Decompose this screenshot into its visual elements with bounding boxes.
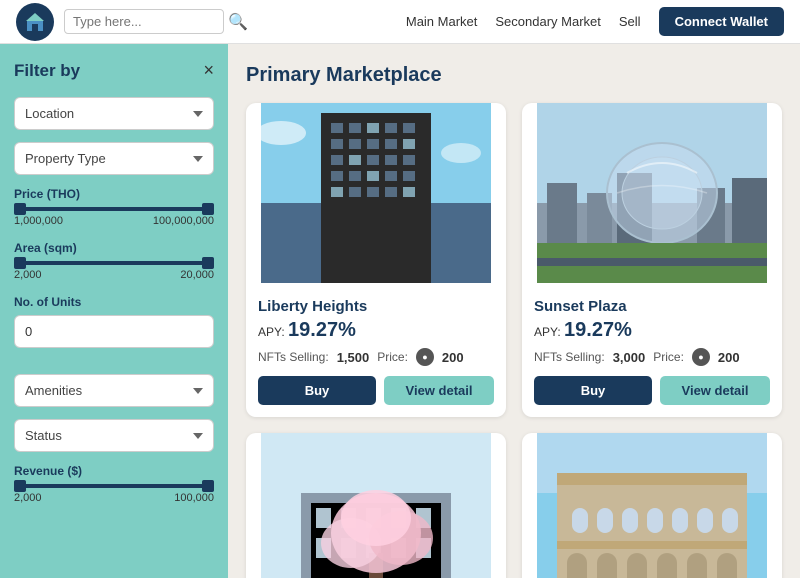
location-dropdown[interactable]: Location xyxy=(14,97,214,130)
view-detail-button-1[interactable]: View detail xyxy=(384,376,494,405)
price-value-1: 200 xyxy=(442,350,464,365)
revenue-min: 2,000 xyxy=(14,492,42,504)
property-card-1: Liberty Heights APY: 19.27% NFTs Selling… xyxy=(246,103,506,417)
area-range-labels: 2,000 20,000 xyxy=(14,269,214,281)
view-detail-button-2[interactable]: View detail xyxy=(660,376,770,405)
property-info-1: Liberty Heights APY: 19.27% NFTs Selling… xyxy=(246,288,506,417)
property-card-4: Beige Palace xyxy=(522,433,782,578)
apy-label-2: APY: xyxy=(534,325,564,339)
revenue-label: Revenue ($) xyxy=(14,464,214,478)
buy-button-1[interactable]: Buy xyxy=(258,376,376,405)
property-name-1: Liberty Heights xyxy=(258,298,494,315)
header: 🔍 Main Market Secondary Market Sell Conn… xyxy=(0,0,800,44)
price-label-1: Price: xyxy=(377,350,408,364)
price-max: 100,000,000 xyxy=(153,215,214,227)
close-sidebar-button[interactable]: × xyxy=(203,60,214,81)
revenue-filter: Revenue ($) 2,000 100,000 xyxy=(14,464,214,504)
nav-sell[interactable]: Sell xyxy=(619,14,641,29)
header-nav: Main Market Secondary Market Sell Connec… xyxy=(406,7,784,36)
price-min: 1,000,000 xyxy=(14,215,63,227)
property-image-2 xyxy=(522,103,782,283)
area-label: Area (sqm) xyxy=(14,241,214,255)
revenue-range-track xyxy=(14,484,214,488)
search-button[interactable]: 🔍 xyxy=(228,12,248,32)
area-range-thumb-right[interactable] xyxy=(202,257,214,269)
nfts-label-1: NFTs Selling: xyxy=(258,350,329,364)
property-apy-2: APY: 19.27% xyxy=(534,319,770,342)
price-range-thumb-left[interactable] xyxy=(14,203,26,215)
property-image-1 xyxy=(246,103,506,283)
property-info-2: Sunset Plaza APY: 19.27% NFTs Selling: 3… xyxy=(522,288,782,417)
area-range-track xyxy=(14,261,214,265)
property-name-2: Sunset Plaza xyxy=(534,298,770,315)
revenue-range-thumb-right[interactable] xyxy=(202,480,214,492)
nfts-count-1: 1,500 xyxy=(337,350,370,365)
nfts-label-2: NFTs Selling: xyxy=(534,350,605,364)
revenue-range-thumb-left[interactable] xyxy=(14,480,26,492)
page-title: Primary Marketplace xyxy=(246,64,782,87)
sidebar-header: Filter by × xyxy=(14,60,214,81)
price-icon-1: ● xyxy=(416,348,434,366)
logo-icon xyxy=(16,3,54,41)
status-dropdown[interactable]: Status xyxy=(14,419,214,452)
price-range-track xyxy=(14,207,214,211)
sidebar: Filter by × Location Property Type Price… xyxy=(0,44,228,578)
property-meta-2: NFTs Selling: 3,000 Price: ● 200 xyxy=(534,348,770,366)
property-image-4 xyxy=(522,433,782,578)
filter-title: Filter by xyxy=(14,61,80,81)
property-type-dropdown[interactable]: Property Type xyxy=(14,142,214,175)
area-range-thumb-left[interactable] xyxy=(14,257,26,269)
apy-value-1: 19.27% xyxy=(288,319,356,341)
main-layout: Filter by × Location Property Type Price… xyxy=(0,44,800,578)
price-filter: Price (THO) 1,000,000 100,000,000 xyxy=(14,187,214,227)
search-input[interactable] xyxy=(64,9,224,34)
content: Primary Marketplace xyxy=(228,44,800,578)
nav-main-market[interactable]: Main Market xyxy=(406,14,478,29)
amenities-dropdown[interactable]: Amenities xyxy=(14,374,214,407)
units-input[interactable] xyxy=(14,315,214,348)
nav-secondary-market[interactable]: Secondary Market xyxy=(495,14,601,29)
revenue-max: 100,000 xyxy=(174,492,214,504)
card-actions-1: Buy View detail xyxy=(258,376,494,405)
apy-label-1: APY: xyxy=(258,325,288,339)
search-wrap: 🔍 xyxy=(64,9,248,34)
card-actions-2: Buy View detail xyxy=(534,376,770,405)
units-label: No. of Units xyxy=(14,295,214,309)
price-icon-2: ● xyxy=(692,348,710,366)
price-label: Price (THO) xyxy=(14,187,214,201)
price-value-2: 200 xyxy=(718,350,740,365)
apy-value-2: 19.27% xyxy=(564,319,632,341)
area-filter: Area (sqm) 2,000 20,000 xyxy=(14,241,214,281)
property-apy-1: APY: 19.27% xyxy=(258,319,494,342)
property-meta-1: NFTs Selling: 1,500 Price: ● 200 xyxy=(258,348,494,366)
units-filter: No. of Units xyxy=(14,295,214,360)
price-range-thumb-right[interactable] xyxy=(202,203,214,215)
revenue-range-labels: 2,000 100,000 xyxy=(14,492,214,504)
area-min: 2,000 xyxy=(14,269,42,281)
property-card-3: Cherry Blossom xyxy=(246,433,506,578)
property-image-3 xyxy=(246,433,506,578)
buy-button-2[interactable]: Buy xyxy=(534,376,652,405)
property-card-2: Sunset Plaza APY: 19.27% NFTs Selling: 3… xyxy=(522,103,782,417)
connect-wallet-button[interactable]: Connect Wallet xyxy=(659,7,784,36)
area-max: 20,000 xyxy=(180,269,214,281)
properties-grid: Liberty Heights APY: 19.27% NFTs Selling… xyxy=(246,103,782,578)
nfts-count-2: 3,000 xyxy=(613,350,646,365)
price-range-labels: 1,000,000 100,000,000 xyxy=(14,215,214,227)
price-label-2: Price: xyxy=(653,350,684,364)
